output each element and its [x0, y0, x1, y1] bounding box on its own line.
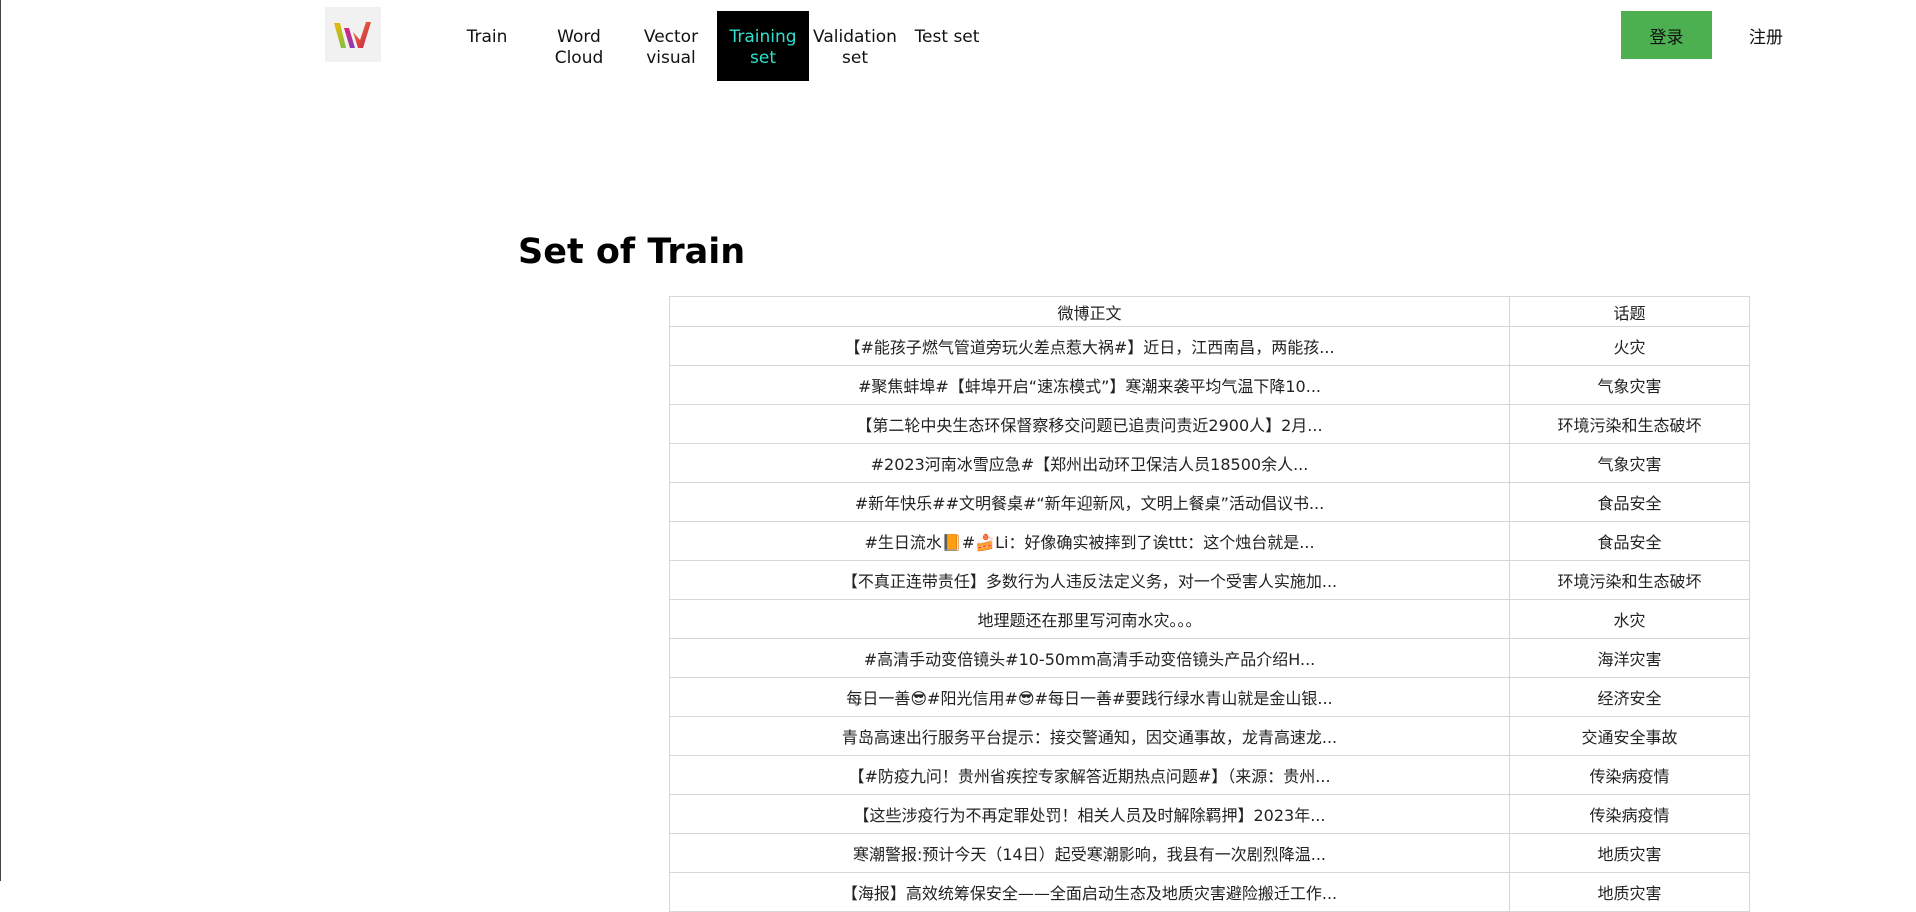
login-button[interactable]: 登录	[1621, 11, 1712, 59]
nav-vector-visual[interactable]: Vector visual	[625, 11, 717, 81]
topic-cell: 经济安全	[1509, 677, 1750, 717]
topic-cell: 海洋灾害	[1509, 638, 1750, 678]
table-row: 【海报】高效统筹保安全——全面启动生态及地质灾害避险搬迁工作... 地质灾害	[669, 872, 1750, 912]
weibo-text-cell: 【第二轮中央生态环保督察移交问题已追责问责近2900人】2月...	[669, 404, 1510, 444]
main-nav: Train Word Cloud Vector visual Training …	[441, 11, 993, 81]
weibo-text-cell: 青岛高速出行服务平台提示：接交警通知，因交通事故，龙青高速龙...	[669, 716, 1510, 756]
table-row: 【#能孩子燃气管道旁玩火差点惹大祸#】近日，江西南昌，两能孩... 火灾	[669, 326, 1750, 366]
table-row: 每日一善😎#阳光信用#😎#每日一善#要践行绿水青山就是金山银... 经济安全	[669, 677, 1750, 717]
topic-cell: 气象灾害	[1509, 443, 1750, 483]
weibo-text-cell: 【#能孩子燃气管道旁玩火差点惹大祸#】近日，江西南昌，两能孩...	[669, 326, 1510, 366]
table-row: #新年快乐##文明餐桌#“新年迎新风，文明上餐桌”活动倡议书... 食品安全	[669, 482, 1750, 522]
weibo-text-cell: 【不真正连带责任】多数行为人违反法定义务，对一个受害人实施加...	[669, 560, 1510, 600]
topic-cell: 水灾	[1509, 599, 1750, 639]
topic-cell: 传染病疫情	[1509, 794, 1750, 834]
topic-cell: 火灾	[1509, 326, 1750, 366]
topic-cell: 食品安全	[1509, 482, 1750, 522]
topic-cell: 地质灾害	[1509, 833, 1750, 873]
weibo-text-cell: 【海报】高效统筹保安全——全面启动生态及地质灾害避险搬迁工作...	[669, 872, 1510, 912]
table-row: #高清手动变倍镜头#10-50mm高清手动变倍镜头产品介绍H... 海洋灾害	[669, 638, 1750, 678]
weibo-text-cell: #生日流水📙#🍰Li：好像确实被摔到了诶ttt：这个烛台就是...	[669, 521, 1510, 561]
nav-train[interactable]: Train	[441, 11, 533, 81]
table-header-row: 微博正文 话题	[669, 296, 1750, 327]
nav-training-set[interactable]: Training set	[717, 11, 809, 81]
table-row: #2023河南冰雪应急#【郑州出动环卫保洁人员18500余人... 气象灾害	[669, 443, 1750, 483]
logo[interactable]	[325, 7, 381, 62]
topic-cell: 环境污染和生态破坏	[1509, 404, 1750, 444]
table-row: #生日流水📙#🍰Li：好像确实被摔到了诶ttt：这个烛台就是... 食品安全	[669, 521, 1750, 561]
table-row: 寒潮警报:预计今天（14日）起受寒潮影响，我县有一次剧烈降温... 地质灾害	[669, 833, 1750, 873]
topic-cell: 交通安全事故	[1509, 716, 1750, 756]
weibo-text-cell: #聚焦蚌埠#【蚌埠开启“速冻模式”】寒潮来袭平均气温下降10...	[669, 365, 1510, 405]
table-row: 【不真正连带责任】多数行为人违反法定义务，对一个受害人实施加... 环境污染和生态…	[669, 560, 1750, 600]
weibo-text-cell: #2023河南冰雪应急#【郑州出动环卫保洁人员18500余人...	[669, 443, 1510, 483]
register-link[interactable]: 注册	[1741, 11, 1791, 59]
colorful-w-logo-icon	[334, 21, 371, 48]
table-row: 【第二轮中央生态环保督察移交问题已追责问责近2900人】2月... 环境污染和生态…	[669, 404, 1750, 444]
weibo-text-cell: 地理题还在那里写河南水灾。。。	[669, 599, 1510, 639]
topic-cell: 食品安全	[1509, 521, 1750, 561]
weibo-text-cell: 寒潮警报:预计今天（14日）起受寒潮影响，我县有一次剧烈降温...	[669, 833, 1510, 873]
weibo-text-cell: #新年快乐##文明餐桌#“新年迎新风，文明上餐桌”活动倡议书...	[669, 482, 1510, 522]
weibo-text-cell: #高清手动变倍镜头#10-50mm高清手动变倍镜头产品介绍H...	[669, 638, 1510, 678]
topic-cell: 环境污染和生态破坏	[1509, 560, 1750, 600]
column-header-weibo-text: 微博正文	[669, 296, 1510, 327]
topic-cell: 气象灾害	[1509, 365, 1750, 405]
table-body: 【#能孩子燃气管道旁玩火差点惹大祸#】近日，江西南昌，两能孩... 火灾 #聚焦蚌埠…	[669, 326, 1750, 912]
training-set-table: 微博正文 话题 【#能孩子燃气管道旁玩火差点惹大祸#】近日，江西南昌，两能孩..…	[669, 296, 1750, 912]
column-header-topic: 话题	[1509, 296, 1750, 327]
topic-cell: 传染病疫情	[1509, 755, 1750, 795]
table-row: 青岛高速出行服务平台提示：接交警通知，因交通事故，龙青高速龙... 交通安全事故	[669, 716, 1750, 756]
table-row: 【这些涉疫行为不再定罪处罚！相关人员及时解除羁押】2023年... 传染病疫情	[669, 794, 1750, 834]
weibo-text-cell: 【#防疫九问！贵州省疾控专家解答近期热点问题#】（来源：贵州...	[669, 755, 1510, 795]
nav-test-set[interactable]: Test set	[901, 11, 993, 81]
nav-validation-set[interactable]: Validation set	[809, 11, 901, 81]
weibo-text-cell: 每日一善😎#阳光信用#😎#每日一善#要践行绿水青山就是金山银...	[669, 677, 1510, 717]
nav-word-cloud[interactable]: Word Cloud	[533, 11, 625, 81]
table-row: 【#防疫九问！贵州省疾控专家解答近期热点问题#】（来源：贵州... 传染病疫情	[669, 755, 1750, 795]
weibo-text-cell: 【这些涉疫行为不再定罪处罚！相关人员及时解除羁押】2023年...	[669, 794, 1510, 834]
page-title: Set of Train	[518, 232, 746, 272]
table-row: #聚焦蚌埠#【蚌埠开启“速冻模式”】寒潮来袭平均气温下降10... 气象灾害	[669, 365, 1750, 405]
table-row: 地理题还在那里写河南水灾。。。 水灾	[669, 599, 1750, 639]
topic-cell: 地质灾害	[1509, 872, 1750, 912]
